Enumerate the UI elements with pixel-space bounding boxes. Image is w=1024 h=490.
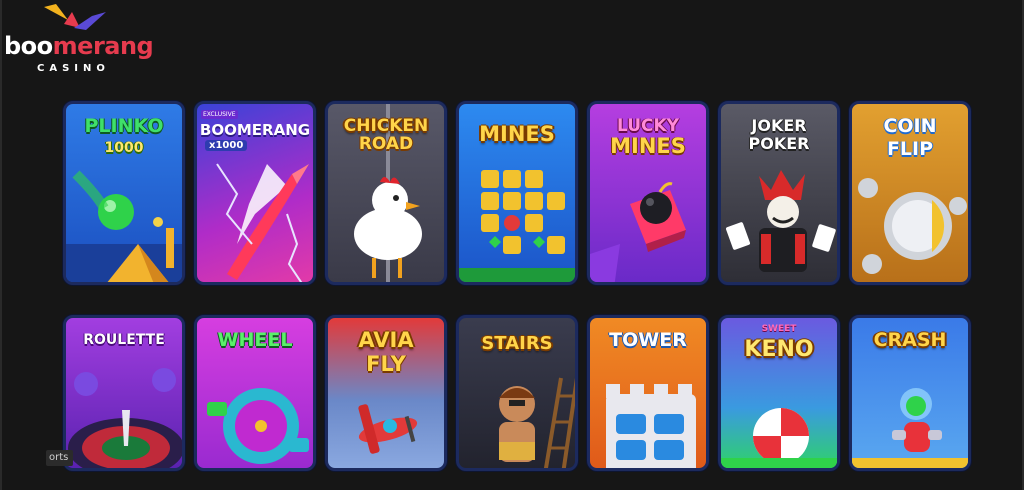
brand-subtitle: CASINO	[37, 63, 110, 74]
game-title: TOWER	[609, 329, 687, 351]
games-grid: PLINKO 1000 EXCLUSIVE BOOMERANG x1000 CH…	[63, 101, 973, 471]
game-card-coin-flip[interactable]: COIN FLIP	[849, 101, 971, 285]
game-title: STAIRS	[481, 333, 553, 354]
game-subtitle: ROAD	[358, 134, 414, 154]
game-title: LUCKY	[617, 116, 679, 136]
game-title: COIN	[883, 115, 937, 137]
game-subtitle: MINES	[610, 134, 686, 158]
game-card-plinko[interactable]: PLINKO 1000	[63, 101, 185, 285]
game-card-sweet-keno[interactable]: SWEET KENO	[718, 315, 840, 471]
boomerang-logo-icon	[44, 4, 106, 30]
game-card-wheel[interactable]: WHEEL	[194, 315, 316, 471]
game-card-joker-poker[interactable]: JOKER POKER	[718, 101, 840, 285]
game-title: WHEEL	[217, 329, 293, 351]
game-card-lucky-mines[interactable]: LUCKY MINES	[587, 101, 709, 285]
game-card-stairs[interactable]: STAIRS	[456, 315, 578, 471]
game-subtitle: SWEET	[761, 324, 797, 334]
game-subtitle: x1000	[205, 140, 248, 151]
plane-icon	[358, 404, 418, 454]
exclusive-badge: EXCLUSIVE	[201, 110, 238, 119]
tower-icon	[606, 384, 696, 468]
game-card-tower[interactable]: TOWER	[587, 315, 709, 471]
brand-wordmark: boomerang	[4, 32, 154, 60]
bomb-icon	[640, 192, 672, 224]
game-title: CRASH	[873, 329, 947, 351]
brand-logo[interactable]: boomerang CASINO	[4, 2, 154, 74]
game-title: PLINKO	[84, 115, 164, 137]
joker-icon	[759, 170, 807, 272]
game-subtitle: FLIP	[886, 138, 934, 160]
sports-nav-chip[interactable]: orts	[46, 450, 73, 466]
caveman-icon	[499, 386, 535, 462]
game-card-roulette[interactable]: ROULETTE	[63, 315, 185, 471]
mines-grid-icon	[481, 170, 565, 254]
game-title: JOKER	[751, 116, 807, 135]
game-title: ROULETTE	[83, 332, 165, 348]
game-card-chicken-road[interactable]: CHICKEN ROAD	[325, 101, 447, 285]
game-card-mines[interactable]: MINES	[456, 101, 578, 285]
game-title: AVIA	[358, 328, 414, 352]
game-title: CHICKEN	[343, 116, 429, 136]
game-subtitle: FLY	[366, 352, 406, 376]
game-title: KENO	[744, 337, 814, 362]
game-title: BOOMERANG	[199, 121, 311, 139]
rocket-icon	[892, 388, 942, 452]
game-subtitle: POKER	[748, 134, 810, 153]
game-card-crash[interactable]: CRASH	[849, 315, 971, 471]
game-card-boomerang[interactable]: EXCLUSIVE BOOMERANG x1000	[194, 101, 316, 285]
game-card-avia-fly[interactable]: AVIA FLY	[325, 315, 447, 471]
game-subtitle: 1000	[104, 140, 144, 156]
game-title: MINES	[479, 122, 555, 146]
